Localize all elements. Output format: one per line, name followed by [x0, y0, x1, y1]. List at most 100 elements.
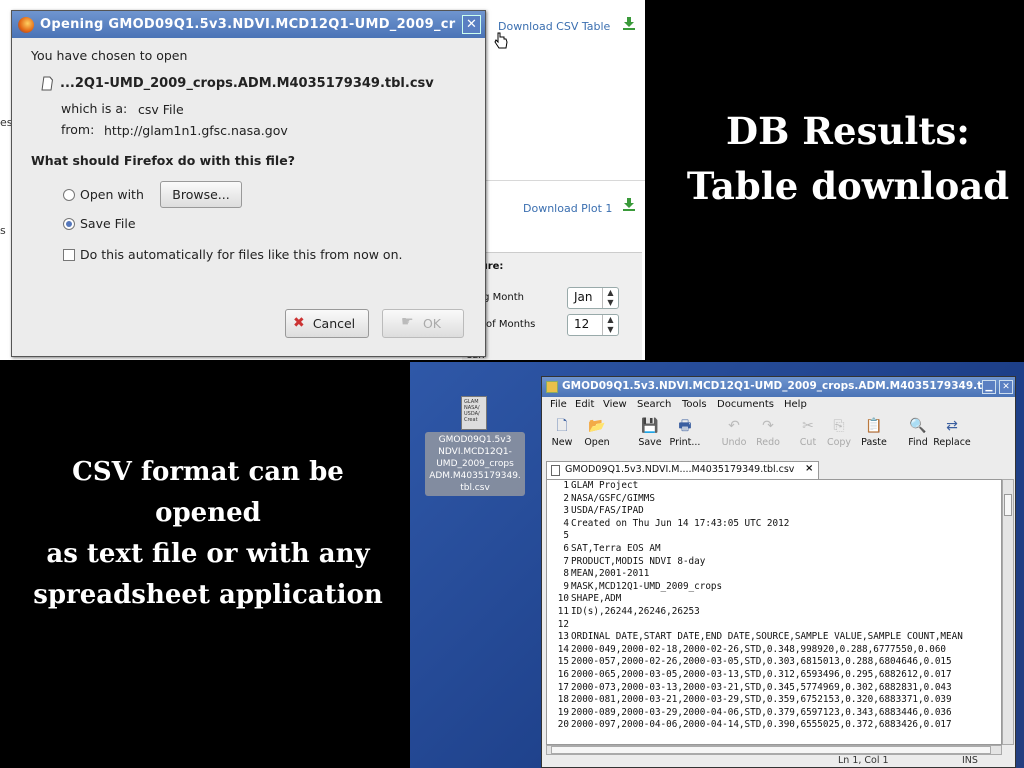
auto-checkbox[interactable] — [63, 249, 75, 261]
menu-help[interactable]: Help — [784, 399, 807, 410]
toolbar-label: Cut — [799, 437, 817, 448]
gedit-window: GMOD09Q1.5v3.NDVI.MCD12Q1-UMD_2009_crops… — [541, 376, 1016, 768]
redo-button[interactable]: ↷ Redo — [750, 417, 786, 457]
starting-month-select[interactable]: Jan ▲ ▼ — [567, 287, 619, 309]
line-number: 12 — [557, 618, 569, 630]
caption-line: spreadsheet application — [33, 580, 383, 610]
close-tab-icon[interactable]: × — [805, 463, 813, 474]
toolbar-label: Print... — [669, 437, 701, 448]
copy-button[interactable]: ⎘ Copy — [821, 417, 857, 457]
text-line: 10 SHAPE,ADM — [547, 593, 1001, 606]
replace-icon: ⇄ — [946, 418, 958, 434]
line-number: 7 — [563, 555, 569, 567]
cancel-button[interactable]: ✖ Cancel — [285, 309, 369, 338]
line-text: 2000-065,2000-03-05,2000-03-13,STD,0.312… — [571, 668, 952, 680]
download-arrow-icon[interactable] — [622, 16, 636, 30]
ok-button[interactable]: ☛ OK — [382, 309, 464, 338]
toolbar-label: Copy — [826, 437, 852, 448]
menu-edit[interactable]: Edit — [575, 399, 594, 410]
menu-view[interactable]: View — [603, 399, 627, 410]
copy-icon: ⎘ — [833, 418, 845, 434]
cancel-label: Cancel — [312, 316, 356, 331]
line-number: 4 — [563, 517, 569, 529]
desktop-file-label[interactable]: GMOD09Q1.5v3 NDVI.MCD12Q1- UMD_2009_crop… — [425, 432, 525, 496]
open-with-radio[interactable] — [63, 189, 75, 201]
vertical-scrollbar[interactable] — [1002, 479, 1014, 745]
spinner-arrows-icon[interactable]: ▲ ▼ — [602, 288, 618, 308]
menu-tools[interactable]: Tools — [682, 399, 707, 410]
undo-button[interactable]: ↶ Undo — [716, 417, 752, 457]
from-label: from: — [61, 122, 95, 137]
text-line: 16 2000-065,2000-03-05,2000-03-13,STD,0.3… — [547, 669, 1001, 682]
open-with-label[interactable]: Open with — [80, 187, 144, 202]
download-plot-link[interactable]: Download Plot 1 — [523, 202, 612, 215]
menu-search[interactable]: Search — [637, 399, 671, 410]
num-months-label: of Months — [486, 319, 536, 330]
which-is-label: which is a: — [61, 101, 128, 116]
divider — [486, 180, 645, 181]
line-text: MASK,MCD12Q1-UMD_2009_crops — [571, 580, 723, 592]
download-dialog: Opening GMOD09Q1.5v3.NDVI.MCD12Q1-UMD_20… — [11, 10, 486, 357]
paste-button[interactable]: 📋 Paste — [856, 417, 892, 457]
save-file-radio[interactable] — [63, 218, 75, 230]
text-line: 11 ID(s),26244,26246,26253 — [547, 606, 1001, 619]
dialog-title: Opening GMOD09Q1.5v3.NDVI.MCD12Q1-UMD_20… — [12, 11, 485, 38]
print-button[interactable]: 🖶 Print... — [667, 417, 703, 457]
minimize-button[interactable]: ▁ — [982, 380, 996, 394]
slide-caption: CSV format can be opened as text file or… — [10, 452, 406, 616]
download-csv-link[interactable]: Download CSV Table — [498, 20, 610, 33]
replace-button[interactable]: ⇄ Replace — [930, 417, 974, 457]
text-line: 8 MEAN,2001-2011 — [547, 568, 1001, 581]
download-arrow-icon[interactable] — [622, 197, 636, 211]
cancel-icon: ✖ — [293, 315, 305, 331]
caption-line: CSV format can be — [72, 457, 344, 487]
paste-icon: 📋 — [865, 418, 883, 434]
slide-title-line: DB Results: — [726, 109, 970, 153]
firefox-icon — [18, 17, 34, 33]
num-months-select[interactable]: 12 ▲ ▼ — [567, 314, 619, 336]
browser-screenshot: Download CSV Table Download Plot 1 es s … — [0, 0, 645, 360]
spinner-arrows-icon[interactable]: ▲ ▼ — [602, 315, 618, 335]
browse-button[interactable]: Browse... — [160, 181, 242, 208]
menu-file[interactable]: File — [550, 399, 567, 410]
close-button[interactable]: ✕ — [462, 15, 481, 34]
line-number: 8 — [563, 568, 569, 580]
line-text: 2000-049,2000-02-18,2000-02-26,STD,0.348… — [571, 643, 947, 655]
line-text: 2000-089,2000-03-29,2000-04-06,STD,0.379… — [571, 706, 952, 718]
text-line: 12 — [547, 619, 1001, 632]
line-number: 1 — [563, 480, 569, 491]
caption-line: opened — [155, 498, 261, 528]
save-button[interactable]: 💾 Save — [632, 417, 668, 457]
num-months-value: 12 — [574, 317, 590, 331]
line-text: NASA/GSFC/GIMMS — [571, 492, 655, 504]
toolbar-label: Open — [584, 437, 610, 448]
line-text: MEAN,2001-2011 — [571, 568, 650, 580]
new-button[interactable]: 🗋 New — [544, 417, 580, 457]
text-line: 18 2000-081,2000-03-21,2000-03-29,STD,0.3… — [547, 694, 1001, 707]
new-document-icon: 🗋 — [556, 418, 568, 434]
text-line: 5 — [547, 530, 1001, 543]
text-editor-area[interactable]: 1 GLAM Project 2 NASA/GSFC/GIMMS 3 USDA/FAS/I… — [546, 479, 1002, 745]
line-number: 11 — [557, 605, 569, 617]
line-text: SAT,Terra EOS AM — [571, 542, 661, 554]
intro-text: You have chosen to open — [31, 48, 188, 63]
scroll-thumb[interactable] — [1004, 494, 1012, 516]
file-thumbnail-icon[interactable]: GLAM NASA/ USDA/ Creat — [461, 396, 487, 430]
line-number: 17 — [557, 681, 569, 693]
document-tab[interactable]: GMOD09Q1.5v3.NDVI.M....M4035179349.tbl.c… — [546, 461, 819, 479]
open-button[interactable]: 📂 Open — [579, 417, 615, 457]
text-line: 6 SAT,Terra EOS AM — [547, 543, 1001, 556]
save-file-label[interactable]: Save File — [80, 216, 136, 231]
toolbar-label: Find — [908, 437, 928, 448]
insert-mode: INS — [962, 755, 978, 766]
close-icon: ✕ — [466, 17, 477, 32]
toolbar-label: Paste — [861, 437, 887, 448]
line-number: 14 — [557, 643, 569, 655]
scroll-thumb[interactable] — [551, 746, 991, 754]
menu-documents[interactable]: Documents — [717, 399, 774, 410]
line-number: 10 — [557, 593, 569, 605]
horizontal-scrollbar[interactable] — [546, 745, 1002, 755]
line-number: 3 — [563, 505, 569, 517]
auto-label[interactable]: Do this automatically for files like thi… — [80, 247, 402, 262]
close-button[interactable]: ✕ — [999, 380, 1013, 394]
